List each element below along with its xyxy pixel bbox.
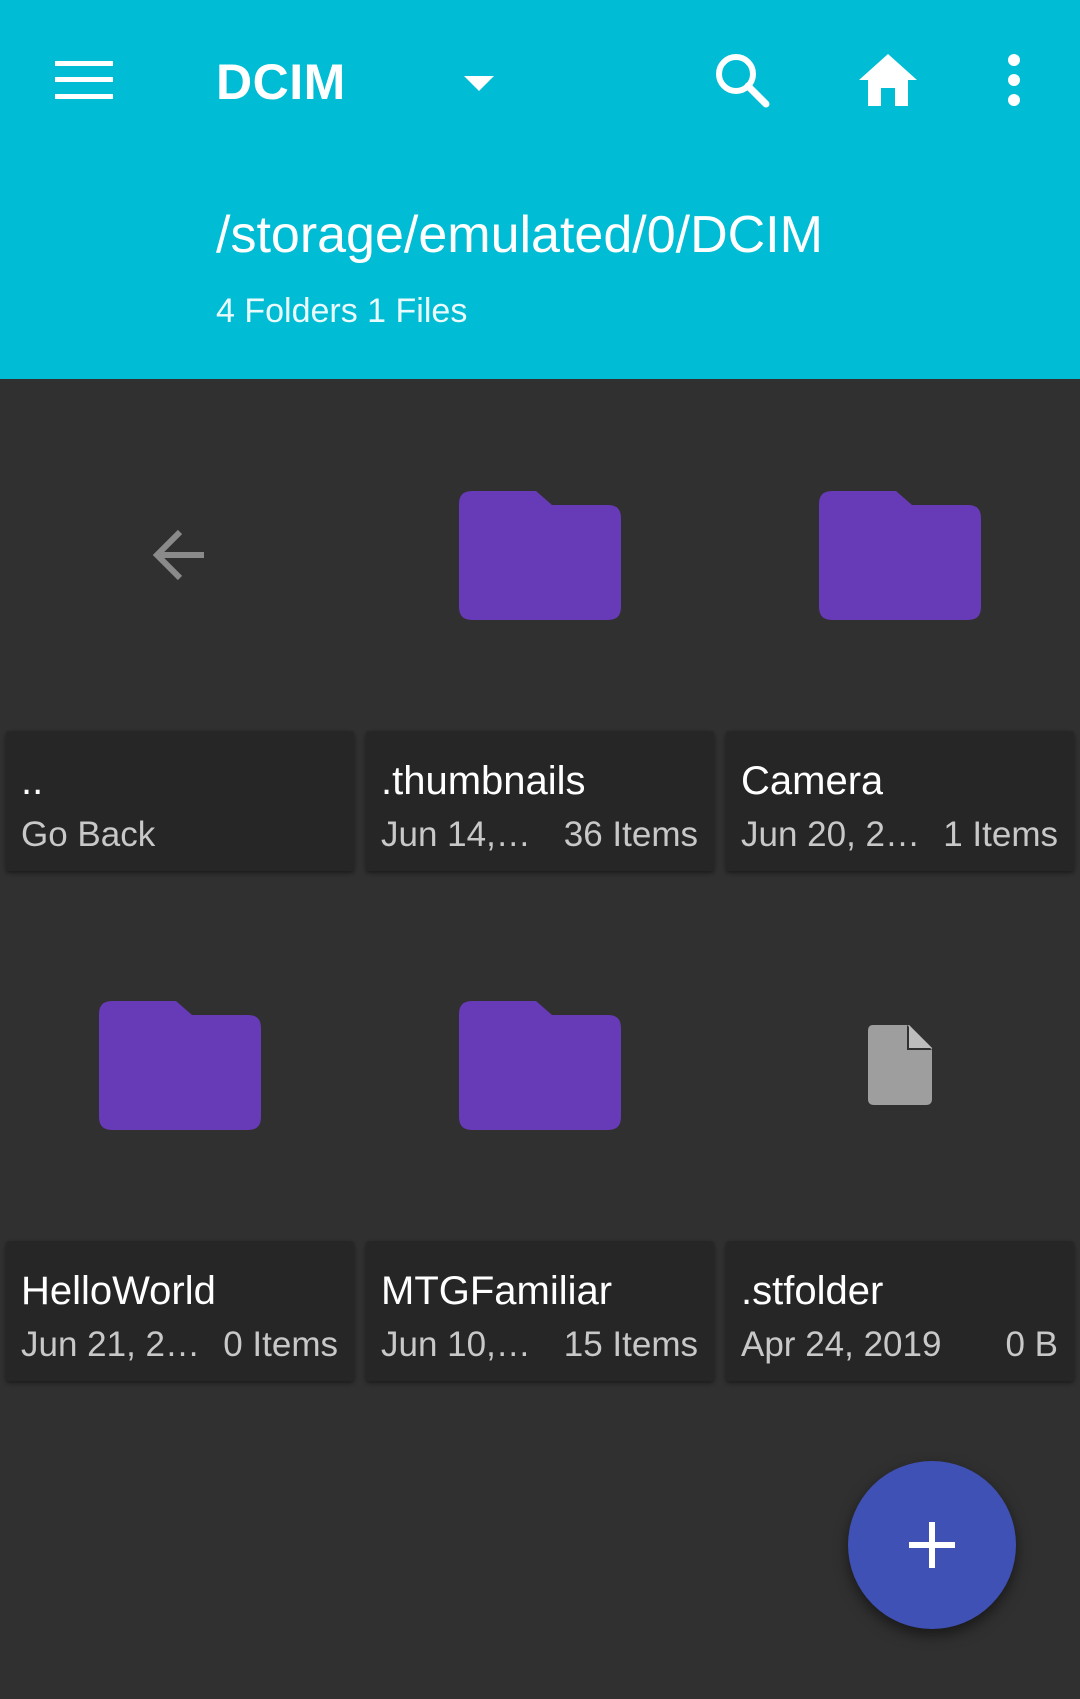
folder-title: DCIM [216,54,346,110]
folder-icon [459,1001,621,1130]
caret-down-icon [464,76,494,91]
item-thumbnail [6,379,354,731]
item-date: Apr 24, 2019 [741,1325,942,1364]
item-caption: .. Go Back [6,731,354,871]
item-caption: .stfolder Apr 24, 2019 0 B [726,1241,1074,1381]
item-caption: Camera Jun 20, 2… 1 Items [726,731,1074,871]
grid-item-thumbnails[interactable]: .thumbnails Jun 14,… 36 Items [366,379,714,873]
grid-item-helloworld[interactable]: HelloWorld Jun 21, 2… 0 Items [6,889,354,1383]
home-icon [859,54,917,106]
item-caption: .thumbnails Jun 14,… 36 Items [366,731,714,871]
search-icon [716,54,770,108]
arrow-back-icon [152,529,204,581]
grid-item-camera[interactable]: Camera Jun 20, 2… 1 Items [726,379,1074,873]
item-caption: HelloWorld Jun 21, 2… 0 Items [6,1241,354,1381]
folder-icon [459,491,621,620]
item-thumbnail [726,379,1074,731]
item-date: Jun 20, 2… [741,815,920,854]
item-thumbnail [6,889,354,1241]
app-bar: DCIM /storage/emulated/0/DCIM 4 Folders … [0,0,1080,379]
grid-item-go-back[interactable]: .. Go Back [6,379,354,873]
menu-button[interactable] [44,40,124,120]
item-date: Jun 21, 2… [21,1325,200,1364]
folder-icon [819,491,981,620]
more-options-button[interactable] [974,40,1054,120]
item-name: .. [21,759,44,803]
item-name: MTGFamiliar [381,1269,613,1313]
folder-icon [99,1001,261,1130]
item-caption: MTGFamiliar Jun 10,… 15 Items [366,1241,714,1381]
item-size: 15 Items [563,1325,698,1364]
item-name: .stfolder [741,1269,884,1313]
item-date: Jun 14,… [381,815,531,854]
item-thumbnail [366,379,714,731]
item-subtitle: Go Back [21,815,156,854]
add-fab-button[interactable] [848,1461,1016,1629]
search-button[interactable] [702,40,782,120]
folder-file-count: 4 Folders 1 Files [216,292,468,330]
current-path: /storage/emulated/0/DCIM [216,206,823,264]
menu-icon [55,61,113,99]
item-size: 0 Items [223,1325,338,1364]
item-name: Camera [741,759,884,803]
add-icon [909,1522,955,1568]
item-thumbnail [726,889,1074,1241]
item-size: 36 Items [563,815,698,854]
item-size: 0 B [1005,1325,1058,1364]
item-size: 1 Items [943,815,1058,854]
home-button[interactable] [848,40,928,120]
grid-item-stfolder[interactable]: .stfolder Apr 24, 2019 0 B [726,889,1074,1383]
item-name: .thumbnails [381,759,586,803]
grid-item-mtgfamiliar[interactable]: MTGFamiliar Jun 10,… 15 Items [366,889,714,1383]
folder-title-dropdown[interactable]: DCIM [216,44,516,120]
item-date: Jun 10,… [381,1325,531,1364]
item-name: HelloWorld [21,1269,216,1313]
item-thumbnail [366,889,714,1241]
more-vert-icon [1008,54,1020,106]
file-icon [868,1025,932,1105]
